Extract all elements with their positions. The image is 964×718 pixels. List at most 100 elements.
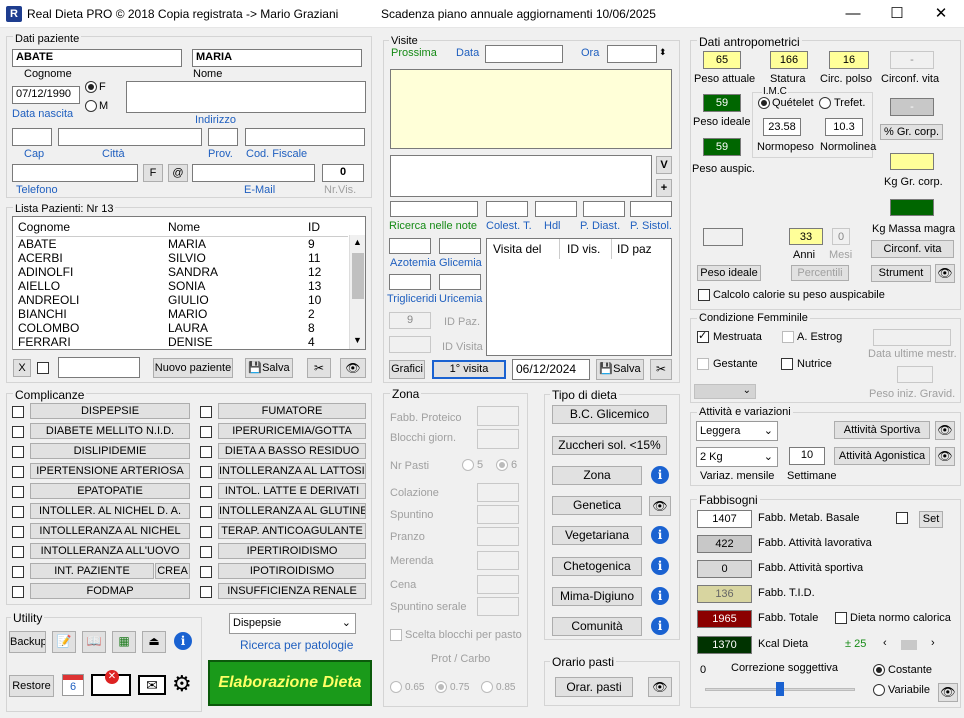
col-header-id[interactable]: ID	[308, 220, 320, 234]
hdl-field[interactable]	[535, 201, 577, 217]
cap-field[interactable]	[12, 128, 52, 146]
uricemia-field[interactable]	[439, 274, 481, 290]
save-visit-button[interactable]: 💾Salva	[596, 359, 644, 380]
chevron-left-icon[interactable]: ‹	[883, 637, 887, 649]
save-patient-button[interactable]: 💾Salva	[245, 358, 293, 378]
col-header-visit-date[interactable]: Visita del	[493, 242, 541, 256]
complication-checkbox[interactable]	[200, 446, 212, 458]
diet-type-button[interactable]: Chetogenica	[552, 557, 642, 576]
kcal-scroll-thumb[interactable]	[901, 640, 917, 650]
list-scrollbar[interactable]: ▲ ▼	[349, 235, 365, 349]
set-button[interactable]: Set	[919, 511, 943, 528]
complication-checkbox[interactable]	[12, 566, 24, 578]
eye-icon[interactable]: 👁	[340, 358, 366, 378]
patient-list[interactable]: Cognome Nome ID ABATE MARIA 9 ACERBI SILVIO…	[12, 216, 366, 350]
col-header-visit-id[interactable]: ID vis.	[567, 242, 600, 256]
meal-times-button[interactable]: Orar. pasti	[555, 677, 633, 697]
info-icon[interactable]: i	[651, 526, 669, 544]
info-icon[interactable]: i	[651, 587, 669, 605]
info-icon[interactable]: i	[651, 617, 669, 635]
v-button[interactable]: V	[656, 156, 672, 174]
backup-button[interactable]: Backup	[9, 631, 46, 653]
email-field[interactable]	[192, 164, 315, 182]
competitive-activity-button[interactable]: Attività Agonistica	[834, 447, 930, 465]
province-field[interactable]	[208, 128, 238, 146]
weight-value[interactable]: 65	[703, 51, 741, 69]
diet-type-button[interactable]: Mima-Digiuno	[552, 587, 642, 606]
scroll-down-icon[interactable]: ▼	[353, 335, 362, 345]
waist-circ-button[interactable]: Circonf. vita	[871, 240, 954, 258]
edit-document-icon[interactable]: 📝	[52, 631, 76, 653]
variation-select[interactable]: 2 Kg ⌄	[696, 447, 778, 467]
trigliceridi-field[interactable]	[389, 274, 431, 290]
complication-button[interactable]: IPERTIROIDISMO	[218, 543, 366, 559]
complication-button[interactable]: INTOL. LATTE E DERIVATI	[218, 483, 366, 499]
calc-desired-weight-checkbox[interactable]	[698, 289, 710, 301]
complication-button[interactable]: EPATOPATIE	[30, 483, 190, 499]
plus-button[interactable]: +	[656, 179, 672, 197]
sex-f-radio[interactable]	[85, 81, 97, 93]
minimize-icon[interactable]: —	[830, 0, 876, 28]
clear-x-button[interactable]: X	[13, 359, 31, 377]
close-icon[interactable]: ✕	[918, 0, 964, 28]
body-fat-pct-button[interactable]: % Gr. corp.	[880, 124, 943, 140]
maximize-icon[interactable]: ☐	[874, 0, 920, 28]
complication-checkbox[interactable]	[200, 466, 212, 478]
glicemia-field[interactable]	[439, 238, 481, 254]
calendar-icon[interactable]: 6	[62, 674, 84, 696]
instruments-button[interactable]: Strument	[871, 265, 931, 282]
complication-button[interactable]: INSUFFICIENZA RENALE	[218, 583, 366, 599]
complication-checkbox[interactable]	[12, 466, 24, 478]
eye-icon[interactable]: 👁	[935, 264, 955, 283]
female-select[interactable]: ⌄	[694, 384, 756, 399]
eye-icon[interactable]: 👁	[648, 677, 672, 697]
complication-checkbox[interactable]	[200, 426, 212, 438]
book-icon[interactable]: 📖	[82, 631, 106, 653]
complication-button[interactable]: INT. PAZIENTE	[30, 563, 154, 579]
gear-icon[interactable]: ⚙	[172, 672, 192, 696]
create-button[interactable]: CREA	[155, 563, 190, 579]
complication-checkbox[interactable]	[200, 566, 212, 578]
menstruating-checkbox[interactable]: ✓	[697, 330, 709, 343]
diet-type-button[interactable]: B.C. Glicemico	[552, 405, 667, 424]
complication-button[interactable]: DISPEPSIE	[30, 403, 190, 419]
complication-checkbox[interactable]	[12, 406, 24, 418]
info-icon[interactable]: i	[651, 557, 669, 575]
next-visit-time-field[interactable]	[607, 45, 657, 63]
email-icon[interactable]: ✉	[138, 675, 166, 695]
diet-type-button[interactable]: Comunità	[552, 617, 642, 636]
pathology-search-link[interactable]: Ricerca per patologie	[240, 638, 353, 652]
info-icon[interactable]: i	[651, 466, 669, 484]
col-header-surname[interactable]: Cognome	[18, 220, 70, 234]
search-patient-input[interactable]	[58, 357, 140, 378]
quetelet-radio[interactable]	[758, 97, 770, 109]
height-value[interactable]: 166	[770, 51, 808, 69]
complication-checkbox[interactable]	[12, 546, 24, 558]
diet-type-button[interactable]: Vegetariana	[552, 526, 642, 545]
time-spin-icon[interactable]: ⬍	[659, 47, 667, 58]
complication-button[interactable]: DISLIPIDEMIE	[30, 443, 190, 459]
eye-icon[interactable]: 👁	[935, 447, 955, 466]
next-visit-date-field[interactable]	[485, 45, 563, 63]
activity-level-select[interactable]: Leggera ⌄	[696, 421, 778, 441]
complication-checkbox[interactable]	[12, 526, 24, 538]
complication-checkbox[interactable]	[200, 526, 212, 538]
scissors-icon[interactable]: ✂	[650, 359, 672, 380]
visits-table[interactable]: Visita del ID vis. ID paz	[486, 238, 672, 356]
complication-checkbox[interactable]	[200, 546, 212, 558]
visit-date-field[interactable]: 06/12/2024	[512, 359, 590, 380]
diet-type-button[interactable]: Zuccheri sol. <15%	[552, 436, 667, 455]
complication-button[interactable]: INTOLLER. AL NICHEL D. A.	[30, 503, 190, 519]
complication-checkbox[interactable]	[12, 426, 24, 438]
birth-date-field[interactable]: 07/12/1990	[12, 86, 80, 104]
city-field[interactable]	[58, 128, 202, 146]
complication-checkbox[interactable]	[12, 446, 24, 458]
nursing-checkbox[interactable]	[781, 358, 793, 370]
pdiast-field[interactable]	[583, 201, 625, 217]
restore-button[interactable]: Restore	[9, 675, 54, 697]
complication-button[interactable]: IPERTENSIONE ARTERIOSA	[30, 463, 190, 479]
eye-icon[interactable]: 👁	[935, 421, 955, 440]
col-header-name[interactable]: Nome	[168, 220, 200, 234]
phone-field[interactable]	[12, 164, 138, 182]
complication-checkbox[interactable]	[200, 586, 212, 598]
